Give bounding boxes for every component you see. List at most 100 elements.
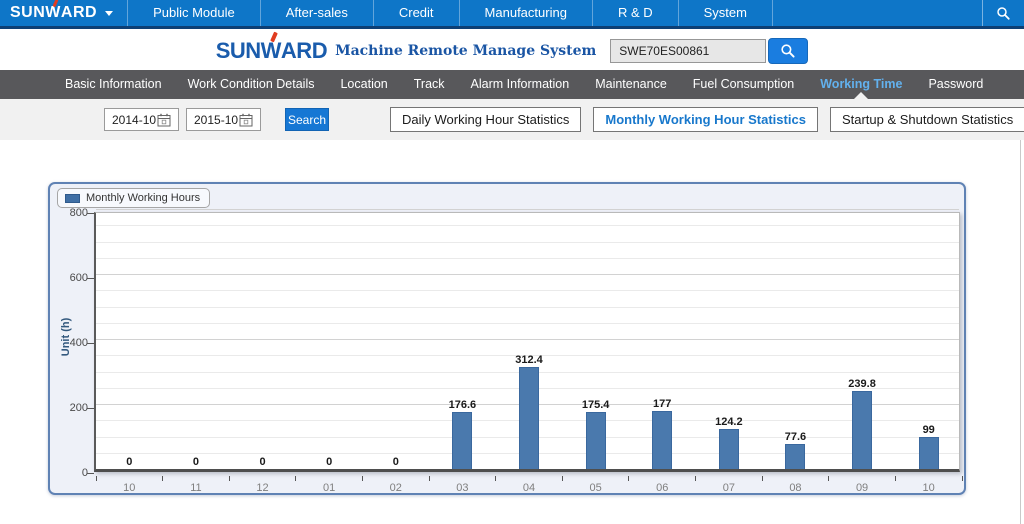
gridline	[96, 323, 959, 324]
bar-value-label: 124.2	[696, 416, 762, 428]
date-from-input[interactable]	[105, 113, 157, 127]
top-search-button[interactable]	[982, 0, 1024, 26]
chart-panel: Monthly Working Hours Unit (h) 020040060…	[48, 182, 966, 495]
x-tick-mark	[962, 476, 963, 481]
x-tick-mark	[828, 476, 829, 481]
tab-location[interactable]: Location	[327, 70, 400, 99]
bar	[519, 367, 539, 469]
chart-plot-area: 020040060080000000176.6312.4175.4177124.…	[94, 212, 960, 472]
bar	[919, 437, 939, 469]
bar-value-label: 99	[896, 424, 962, 436]
page-header: SUNWARD Machine Remote Manage System	[0, 32, 1024, 70]
bar	[586, 412, 606, 469]
bar-value-label: 0	[230, 456, 296, 468]
bar	[852, 391, 872, 469]
tab-password[interactable]: Password	[915, 70, 996, 99]
x-tick-mark	[229, 476, 230, 481]
startup-shutdown-statistics-button[interactable]: Startup & Shutdown Statistics	[830, 107, 1024, 132]
x-tick-label: 10	[96, 482, 163, 494]
x-tick-label: 01	[296, 482, 363, 494]
chevron-down-icon[interactable]	[105, 11, 113, 16]
nav-item-after-sales[interactable]: After-sales	[261, 0, 374, 26]
top-brand[interactable]: SUNWARD	[0, 0, 127, 26]
y-tick-mark	[87, 278, 94, 279]
tab-alarm-information[interactable]: Alarm Information	[458, 70, 583, 99]
daily-working-hour-statistics-button[interactable]: Daily Working Hour Statistics	[390, 107, 581, 132]
x-tick-mark	[628, 476, 629, 481]
bar	[452, 412, 472, 469]
bar	[719, 429, 739, 469]
bar-value-label: 177	[629, 398, 695, 410]
search-icon	[780, 43, 796, 59]
search-button[interactable]: Search	[285, 108, 329, 131]
x-tick-mark	[895, 476, 896, 481]
bar	[785, 444, 805, 469]
x-tick-label: 06	[629, 482, 696, 494]
bar-value-label: 0	[363, 456, 429, 468]
nav-item-manufacturing[interactable]: Manufacturing	[460, 0, 593, 26]
tab-basic-information[interactable]: Basic Information	[52, 70, 175, 99]
gridline	[96, 339, 959, 340]
nav-item-system[interactable]: System	[679, 0, 773, 26]
machine-search-button[interactable]	[768, 38, 808, 64]
calendar-icon[interactable]	[239, 113, 253, 127]
x-tick-label: 03	[429, 482, 496, 494]
bar-value-label: 312.4	[496, 354, 562, 366]
gridline	[96, 225, 959, 226]
y-tick-label: 200	[54, 402, 88, 414]
x-tick-label: 09	[829, 482, 896, 494]
date-to-input[interactable]	[187, 113, 239, 127]
gridline	[96, 274, 959, 275]
top-nav-items: Public ModuleAfter-salesCreditManufactur…	[127, 0, 773, 26]
bar-value-label: 0	[296, 456, 362, 468]
legend-label: Monthly Working Hours	[86, 192, 200, 204]
bar-value-label: 0	[163, 456, 229, 468]
monthly-working-hour-statistics-button[interactable]: Monthly Working Hour Statistics	[593, 107, 818, 132]
sunward-logo-header: SUNWARD	[216, 38, 327, 64]
x-tick-mark	[96, 476, 97, 481]
gridline	[96, 242, 959, 243]
bar	[652, 411, 672, 469]
bar-value-label: 176.6	[429, 399, 495, 411]
x-tick-label: 04	[496, 482, 563, 494]
date-from-field[interactable]	[104, 108, 179, 131]
tab-maintenance[interactable]: Maintenance	[582, 70, 680, 99]
y-tick-mark	[87, 213, 94, 214]
tab-work-condition-details[interactable]: Work Condition Details	[175, 70, 328, 99]
x-tick-mark	[295, 476, 296, 481]
gridline	[96, 209, 959, 210]
x-tick-mark	[362, 476, 363, 481]
tab-bar: Basic InformationWork Condition DetailsL…	[0, 70, 1024, 99]
x-tick-mark	[695, 476, 696, 481]
nav-item-public-module[interactable]: Public Module	[127, 0, 261, 26]
x-tick-mark	[762, 476, 763, 481]
toolbar: Search Daily Working Hour Statistics Mont…	[0, 99, 1024, 140]
y-tick-label: 600	[54, 272, 88, 284]
statistics-button-group: Daily Working Hour Statistics Monthly Wor…	[390, 107, 1024, 132]
calendar-icon[interactable]	[157, 113, 171, 127]
y-tick-mark	[87, 473, 94, 474]
top-nav-bar: SUNWARD Public ModuleAfter-salesCreditMa…	[0, 0, 1024, 29]
tab-track[interactable]: Track	[401, 70, 458, 99]
bar-value-label: 0	[96, 456, 162, 468]
right-divider	[1020, 140, 1021, 524]
y-tick-label: 800	[54, 207, 88, 219]
machine-id-input[interactable]	[610, 39, 766, 63]
y-tick-mark	[87, 408, 94, 409]
nav-item-credit[interactable]: Credit	[374, 0, 460, 26]
system-title: Machine Remote Manage System	[335, 43, 596, 59]
active-tab-arrow	[854, 92, 868, 99]
tab-fuel-consumption[interactable]: Fuel Consumption	[680, 70, 807, 99]
nav-item-r-d[interactable]: R & D	[593, 0, 679, 26]
search-icon	[996, 6, 1011, 21]
bar-value-label: 77.6	[762, 431, 828, 443]
x-tick-label: 05	[562, 482, 629, 494]
y-tick-label: 0	[54, 467, 88, 479]
date-to-field[interactable]	[186, 108, 261, 131]
bar-value-label: 175.4	[563, 399, 629, 411]
x-tick-mark	[429, 476, 430, 481]
x-tick-mark	[562, 476, 563, 481]
tab-working-time[interactable]: Working Time	[807, 70, 915, 99]
x-tick-label: 11	[163, 482, 230, 494]
gridline	[96, 258, 959, 259]
